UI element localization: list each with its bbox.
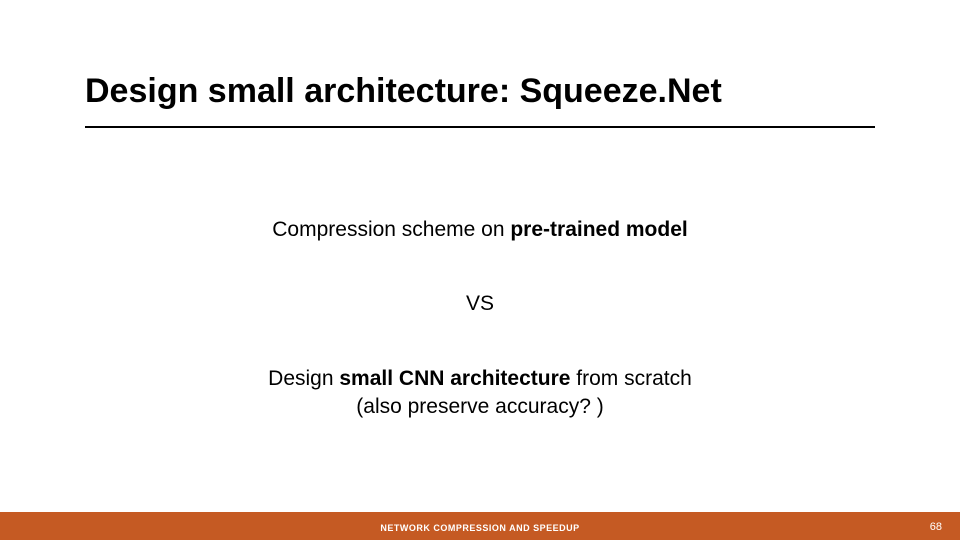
slide-body: Compression scheme on pre-trained model …: [0, 216, 960, 421]
body-vs: VS: [0, 290, 960, 318]
line1-text: Compression scheme on: [272, 218, 510, 241]
page-number: 68: [930, 521, 942, 533]
body-line-3a: Design small CNN architecture from scrat…: [0, 365, 960, 393]
line3a-bold: small CNN architecture: [339, 367, 570, 390]
footer-text: NETWORK COMPRESSION AND SPEEDUP: [0, 523, 960, 533]
body-line-1: Compression scheme on pre-trained model: [0, 216, 960, 244]
body-line-3b: (also preserve accuracy? ): [0, 393, 960, 421]
title-underline: [85, 126, 875, 128]
slide: Design small architecture: Squeeze.Net C…: [0, 0, 960, 540]
slide-title: Design small architecture: Squeeze.Net: [85, 72, 722, 111]
line3a-pre: Design: [268, 367, 339, 390]
line3a-post: from scratch: [570, 367, 691, 390]
line1-bold: pre-trained model: [510, 218, 687, 241]
